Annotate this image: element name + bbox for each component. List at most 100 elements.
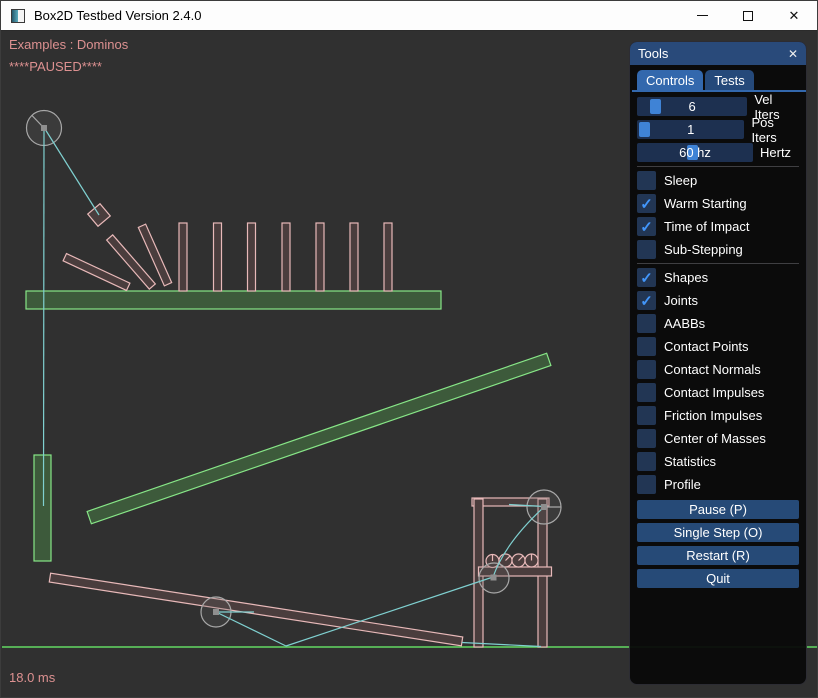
paused-label: ****PAUSED****: [9, 59, 102, 74]
tab-controls[interactable]: Controls: [637, 70, 703, 90]
domino-5: [316, 223, 324, 291]
checkbox-unchecked-icon[interactable]: [637, 171, 656, 190]
separator: [637, 166, 799, 167]
checkbox-sleep[interactable]: Sleep: [637, 171, 799, 190]
slider-value: 6: [637, 97, 747, 116]
window-title: Box2D Testbed Version 2.4.0: [34, 8, 201, 23]
platform-top: [26, 291, 441, 309]
checkbox-label: Time of Impact: [664, 219, 749, 234]
slider-value: 1: [637, 120, 744, 139]
checkbox-unchecked-icon[interactable]: [637, 383, 656, 402]
checkbox-checked-icon[interactable]: ✓: [637, 194, 656, 213]
tab-bar: ControlsTests: [632, 70, 806, 92]
checkbox-label: Profile: [664, 477, 701, 492]
checkbox-checked-icon[interactable]: ✓: [637, 268, 656, 287]
hertz-slider[interactable]: 60 hz: [637, 143, 753, 162]
checkbox-friction-impulses[interactable]: Friction Impulses: [637, 406, 799, 425]
checkbox-unchecked-icon[interactable]: [637, 406, 656, 425]
example-label: Examples : Dominos: [9, 37, 128, 52]
joint-pendulum-box: [45, 129, 99, 215]
checkbox-unchecked-icon[interactable]: [637, 314, 656, 333]
checkbox-sub-stepping[interactable]: Sub-Stepping: [637, 240, 799, 259]
close-icon: ✕: [789, 9, 800, 22]
restart-r-button[interactable]: Restart (R): [637, 546, 799, 565]
checkbox-center-of-masses[interactable]: Center of Masses: [637, 429, 799, 448]
anchor-upper: [541, 504, 547, 510]
checkbox-unchecked-icon[interactable]: [637, 452, 656, 471]
checkbox-label: AABBs: [664, 316, 705, 331]
slider-label: Hertz: [760, 145, 791, 160]
pos-iters-slider[interactable]: 1: [637, 120, 744, 139]
vel-iters-slider[interactable]: 6: [637, 97, 747, 116]
checkbox-warm-starting[interactable]: ✓ Warm Starting: [637, 194, 799, 213]
checkbox-time-of-impact[interactable]: ✓ Time of Impact: [637, 217, 799, 236]
maximize-button[interactable]: [725, 1, 771, 30]
slider-value: 60 hz: [637, 143, 753, 162]
checkbox-profile[interactable]: Profile: [637, 475, 799, 494]
tools-panel-title: Tools: [638, 46, 668, 61]
single-step-o-button[interactable]: Single Step (O): [637, 523, 799, 542]
app-window: Box2D Testbed Version 2.4.0 ✕ Examples :…: [0, 0, 818, 698]
checkbox-checked-icon[interactable]: ✓: [637, 291, 656, 310]
checkbox-unchecked-icon[interactable]: [637, 360, 656, 379]
seesaw-plank: [49, 573, 462, 646]
checkbox-aabbs[interactable]: AABBs: [637, 314, 799, 333]
pause-p-button[interactable]: Pause (P): [637, 500, 799, 519]
joint-ground-lower: [286, 577, 493, 646]
panel-close-icon[interactable]: ✕: [788, 48, 798, 60]
maximize-icon: [743, 11, 753, 21]
slider-row-vel-iters: 6Vel Iters: [637, 97, 799, 116]
domino-1: [179, 223, 187, 291]
domino-2: [214, 223, 222, 291]
quit-button[interactable]: Quit: [637, 569, 799, 588]
slider-row-pos-iters: 1Pos Iters: [637, 120, 799, 139]
anchor-lower: [491, 575, 497, 581]
checkbox-statistics[interactable]: Statistics: [637, 452, 799, 471]
separator: [637, 263, 799, 264]
vertical-rod: [34, 455, 51, 561]
checkbox-unchecked-icon[interactable]: [637, 475, 656, 494]
checkbox-label: Warm Starting: [664, 196, 747, 211]
ball-3: [512, 554, 525, 567]
checkbox-label: Contact Points: [664, 339, 749, 354]
domino-3: [248, 223, 256, 291]
checkbox-contact-points[interactable]: Contact Points: [637, 337, 799, 356]
tools-panel-titlebar[interactable]: Tools ✕: [630, 42, 806, 65]
app-icon: [11, 9, 25, 23]
checkbox-contact-impulses[interactable]: Contact Impulses: [637, 383, 799, 402]
ball-4: [525, 554, 538, 567]
slider-label: Pos Iters: [751, 115, 799, 145]
checkbox-label: Sub-Stepping: [664, 242, 743, 257]
checkbox-unchecked-icon[interactable]: [637, 337, 656, 356]
checkbox-label: Contact Impulses: [664, 385, 764, 400]
os-titlebar[interactable]: Box2D Testbed Version 2.4.0 ✕: [1, 1, 817, 31]
checkbox-label: Contact Normals: [664, 362, 761, 377]
checkbox-label: Statistics: [664, 454, 716, 469]
close-button[interactable]: ✕: [771, 1, 817, 30]
checkbox-joints[interactable]: ✓ Joints: [637, 291, 799, 310]
frame-time-label: 18.0 ms: [9, 670, 55, 685]
joint-pendulum-vertical: [44, 130, 45, 506]
minimize-icon: [697, 15, 708, 16]
anchor-pendulum: [41, 125, 47, 131]
checkbox-shapes[interactable]: ✓ Shapes: [637, 268, 799, 287]
checkbox-contact-normals[interactable]: Contact Normals: [637, 360, 799, 379]
checkbox-group: Sleep ✓ Warm Starting ✓ Time of Impact Sub-St…: [637, 171, 799, 494]
button-group: Pause (P) Single Step (O) Restart (R) Quit: [637, 500, 799, 588]
tools-panel: Tools ✕ ControlsTests 6Vel Iters1Pos Ite…: [629, 41, 807, 685]
minimize-button[interactable]: [679, 1, 725, 30]
tab-tests[interactable]: Tests: [705, 70, 753, 90]
domino-4: [282, 223, 290, 291]
anchor-wheel: [213, 609, 219, 615]
checkbox-label: Friction Impulses: [664, 408, 762, 423]
checkbox-label: Sleep: [664, 173, 697, 188]
domino-7: [384, 223, 392, 291]
checkbox-unchecked-icon[interactable]: [637, 240, 656, 259]
domino-fallen-1: [63, 254, 130, 291]
checkbox-unchecked-icon[interactable]: [637, 429, 656, 448]
checkbox-checked-icon[interactable]: ✓: [637, 217, 656, 236]
checkbox-label: Joints: [664, 293, 698, 308]
slider-row-hertz: 60 hz Hertz: [637, 143, 799, 162]
domino-6: [350, 223, 358, 291]
checkbox-label: Shapes: [664, 270, 708, 285]
